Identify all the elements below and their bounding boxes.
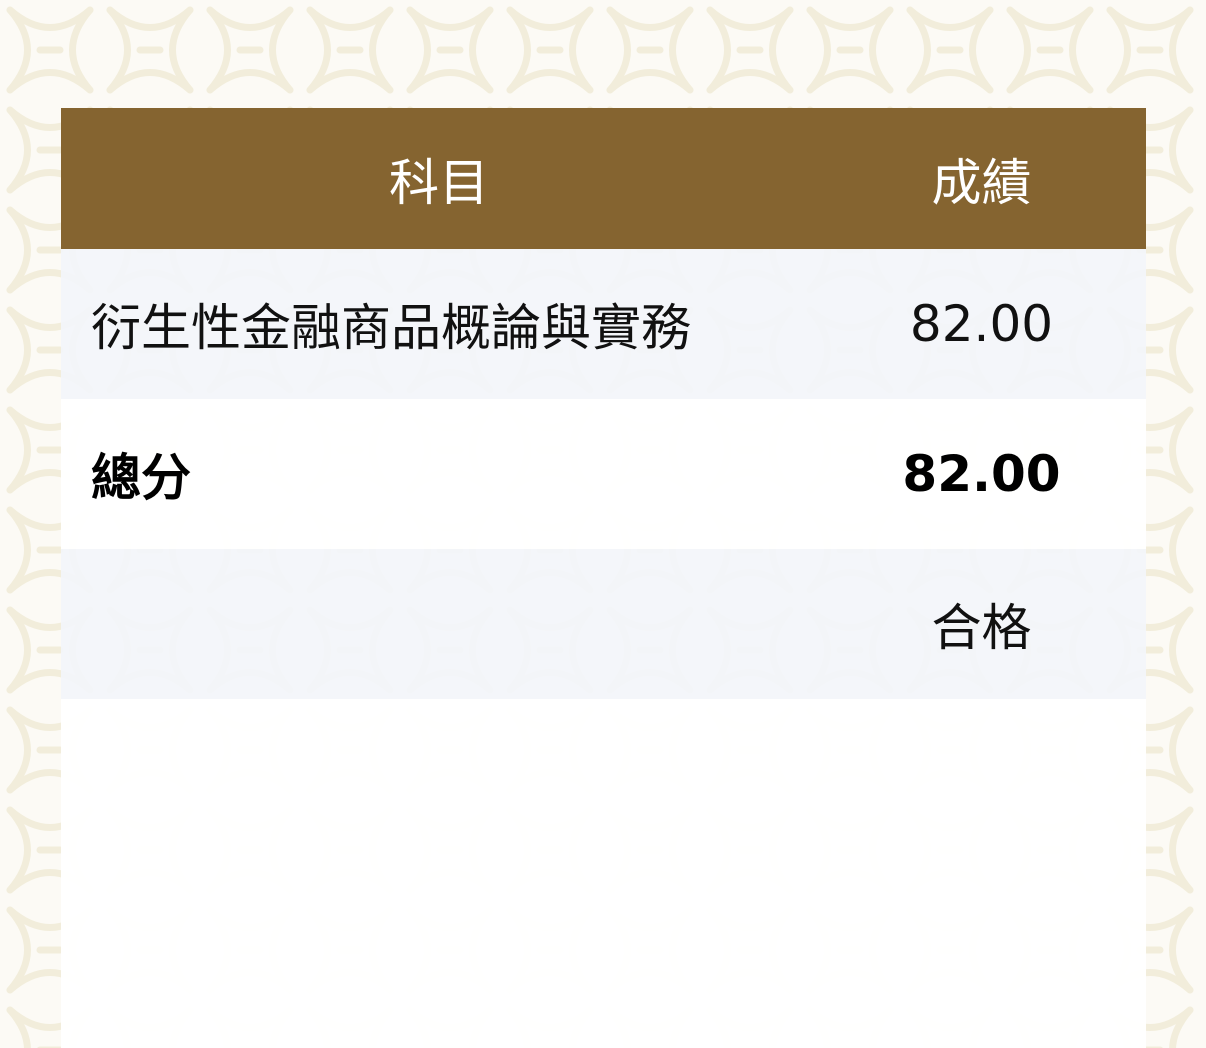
subject-name: 衍生性金融商品概論與實務	[91, 299, 691, 357]
score-table: 科目 成績 衍生性金融商品概論與實務 82.00 總分 82.00 合格	[61, 108, 1146, 699]
result-row: 合格	[61, 549, 1146, 699]
table-row: 衍生性金融商品概論與實務 82.00	[61, 249, 1146, 399]
table-header-row: 科目 成績	[61, 108, 1146, 249]
total-label: 總分	[91, 449, 191, 507]
header-score: 成績	[931, 153, 1032, 212]
total-row: 總分 82.00	[61, 399, 1146, 549]
result-value: 合格	[931, 599, 1032, 657]
total-score: 82.00	[902, 445, 1061, 503]
blank-panel	[61, 699, 1146, 1048]
subject-score: 82.00	[909, 295, 1054, 353]
result-label	[61, 549, 817, 699]
header-subject: 科目	[389, 153, 489, 212]
